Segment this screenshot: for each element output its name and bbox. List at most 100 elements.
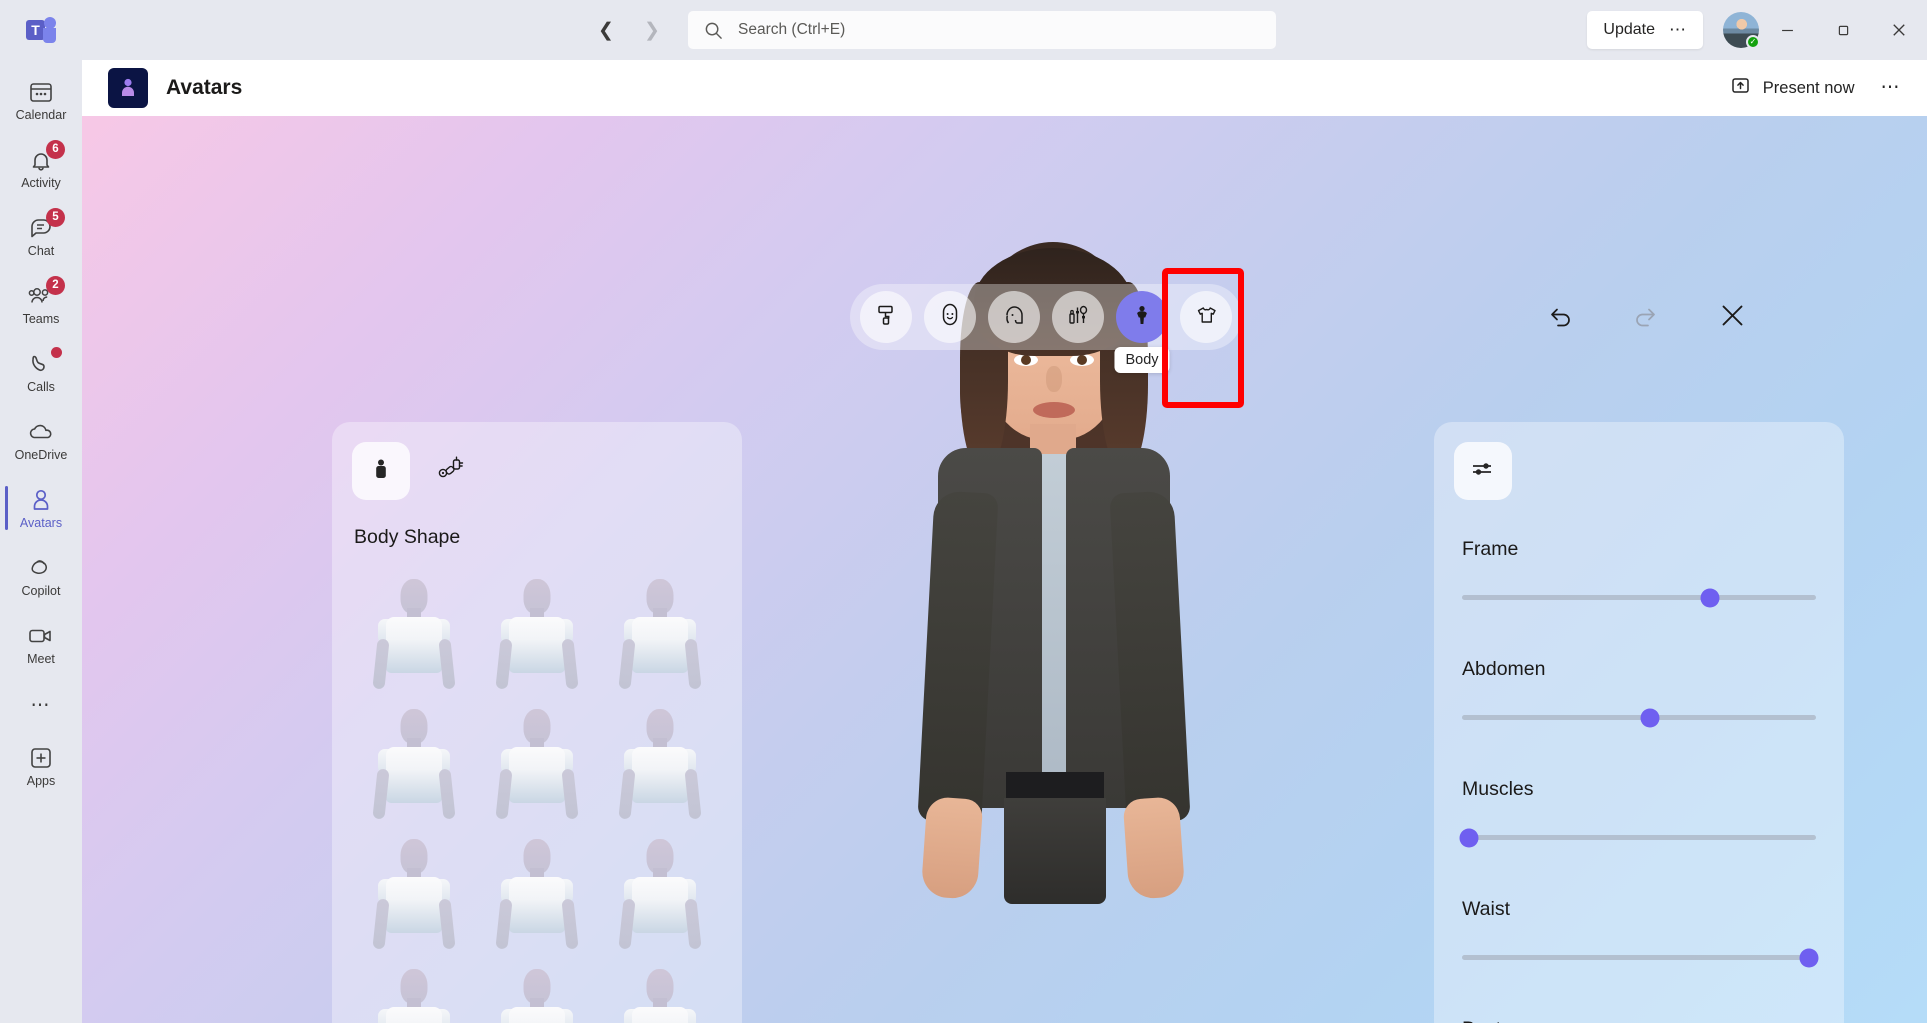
search-bar[interactable]: Search (Ctrl+E): [688, 11, 1276, 49]
body-shape-option[interactable]: [358, 571, 471, 693]
slider-thumb[interactable]: [1799, 948, 1819, 967]
body-shape-option[interactable]: [358, 701, 471, 823]
app-rail: Calendar 6 Activity 5 Chat 2 Teams Calls…: [0, 60, 82, 1023]
avatar[interactable]: ✓: [1723, 12, 1760, 49]
sidebar-item-copilot[interactable]: Copilot: [0, 542, 82, 610]
body-shape-option[interactable]: [481, 831, 594, 953]
window-body: Calendar 6 Activity 5 Chat 2 Teams Calls…: [0, 60, 1927, 1023]
category-makeup-button[interactable]: [1052, 291, 1104, 343]
slider-track[interactable]: [1459, 828, 1816, 847]
body-shape-option[interactable]: [603, 831, 716, 953]
badge-count: 6: [46, 139, 65, 159]
avatar-pupil-right: [1077, 355, 1087, 365]
slider-label: Frame: [1462, 538, 1519, 560]
face-icon: [938, 303, 962, 332]
badge-dot: [51, 346, 62, 358]
slider-track[interactable]: [1462, 948, 1819, 967]
sidebar-item-label: Meet: [27, 651, 55, 666]
sidebar-item-apps[interactable]: Apps: [0, 732, 82, 800]
body-shape-option[interactable]: [603, 961, 716, 1023]
sidebar-item-calendar[interactable]: Calendar: [0, 66, 82, 134]
redo-button[interactable]: [1629, 298, 1663, 332]
slider-thumb[interactable]: [1459, 828, 1479, 847]
category-hair-button[interactable]: [988, 291, 1040, 343]
search-icon: [702, 19, 724, 41]
category-clothing-button[interactable]: [1180, 291, 1232, 343]
search-input[interactable]: Search (Ctrl+E): [738, 21, 845, 39]
forward-button[interactable]: ❯: [638, 16, 666, 44]
category-style-button[interactable]: [860, 291, 912, 343]
nav-arrows: ❮ ❯: [592, 16, 666, 44]
slider-muscles: Muscles: [1459, 778, 1816, 847]
avatar-skirt: [1004, 798, 1106, 904]
ellipsis-icon[interactable]: ⋯: [1669, 21, 1687, 38]
body-shape-option[interactable]: [358, 831, 471, 953]
close-button[interactable]: [1871, 0, 1927, 60]
avatar-mouth: [1033, 402, 1075, 418]
category-body-wrap: Body: [1114, 291, 1170, 373]
slider-track[interactable]: [1462, 588, 1816, 607]
body-shape-option[interactable]: [481, 961, 594, 1023]
tab-adjustments[interactable]: [1454, 442, 1512, 500]
tshirt-icon: [1194, 303, 1219, 332]
teams-logo-shape: [43, 28, 56, 43]
maximize-button[interactable]: [1815, 0, 1871, 60]
hair-icon: [1002, 303, 1027, 332]
calendar-icon: [26, 79, 56, 105]
present-now-label: Present now: [1762, 78, 1855, 97]
body-shape-option[interactable]: [481, 701, 594, 823]
category-face-wrap: [924, 291, 976, 343]
person-icon: [26, 487, 56, 513]
sidebar-item-teams[interactable]: 2 Teams: [0, 270, 82, 338]
close-editor-button[interactable]: [1715, 298, 1749, 332]
tab-prosthetics[interactable]: [422, 442, 480, 500]
sidebar-item-label: Chat: [27, 243, 55, 258]
right-panel-tabs: [1434, 422, 1844, 500]
chat-icon: 5: [26, 207, 65, 241]
category-makeup-wrap: [1052, 291, 1104, 343]
apps-plus-icon: [26, 745, 56, 771]
sliders-list: Frame Abdomen Muscles Waist: [1434, 500, 1844, 1023]
body-shape-option[interactable]: [481, 571, 594, 693]
sidebar-item-onedrive[interactable]: OneDrive: [0, 406, 82, 474]
sidebar-item-calls[interactable]: Calls: [0, 338, 82, 406]
body-silhouette-icon: [370, 457, 392, 486]
category-body-button[interactable]: [1116, 291, 1168, 343]
undo-button[interactable]: [1543, 298, 1577, 332]
sidebar-item-chat[interactable]: 5 Chat: [0, 202, 82, 270]
avatars-app-icon: [108, 68, 148, 108]
avatar-nose: [1046, 366, 1062, 392]
category-tooltip: Body: [1114, 347, 1170, 373]
prosthetic-limb-icon: [436, 454, 466, 489]
teams-window: T ❮ ❯ Search (Ctrl+E) Update ⋯ ✓ Calenda…: [0, 0, 1927, 1023]
minimize-button[interactable]: [1759, 0, 1815, 60]
back-button[interactable]: ❮: [592, 16, 620, 44]
sidebar-more-button[interactable]: ⋯: [0, 678, 82, 732]
category-face-button[interactable]: [924, 291, 976, 343]
update-label: Update: [1603, 21, 1655, 38]
cloud-icon: [26, 419, 56, 445]
sliders-icon: [1470, 458, 1496, 485]
avatar-hand-right: [1122, 796, 1186, 900]
sidebar-item-avatars[interactable]: Avatars: [0, 474, 82, 542]
header-more-button[interactable]: ⋯: [1881, 78, 1902, 97]
slider-frame: Frame: [1462, 538, 1816, 607]
body-shape-option[interactable]: [358, 961, 471, 1023]
slider-track[interactable]: [1462, 708, 1816, 727]
slider-label: Muscles: [1462, 778, 1534, 800]
sidebar-item-activity[interactable]: 6 Activity: [0, 134, 82, 202]
slider-abdomen: Abdomen: [1462, 658, 1816, 727]
sidebar-item-meet[interactable]: Meet: [0, 610, 82, 678]
left-panel-section-title: Body Shape: [354, 526, 461, 548]
slider-thumb[interactable]: [1640, 708, 1660, 727]
tab-body-shape[interactable]: [352, 442, 410, 500]
slider-thumb[interactable]: [1700, 588, 1720, 607]
body-shape-option[interactable]: [603, 571, 716, 693]
body-shape-option[interactable]: [603, 701, 716, 823]
update-button[interactable]: Update ⋯: [1587, 11, 1703, 49]
avatar-hand-left: [920, 796, 984, 900]
sidebar-item-label: Avatars: [19, 515, 63, 530]
phone-icon: [26, 346, 62, 377]
sidebar-item-label: Apps: [26, 773, 56, 788]
present-now-button[interactable]: Present now: [1730, 76, 1855, 100]
